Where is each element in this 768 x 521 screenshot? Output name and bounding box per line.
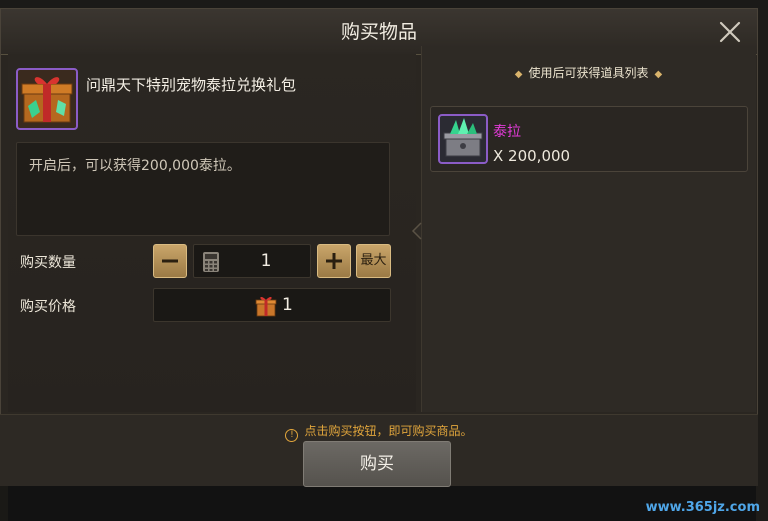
- crystal-chest-icon: [438, 114, 488, 164]
- gift-box-icon: [255, 296, 277, 317]
- minus-icon: [162, 259, 178, 263]
- diamond-icon: ◆: [654, 69, 663, 80]
- purchase-hint: ! 点击购买按钮，即可购买商品。: [0, 422, 758, 442]
- purchase-hint-text: 点击购买按钮，即可购买商品。: [304, 424, 473, 438]
- reward-item-card[interactable]: 泰拉 X 200,000: [430, 106, 748, 172]
- exclamation-icon: !: [285, 429, 299, 442]
- reward-item-name: 泰拉: [493, 124, 521, 140]
- calculator-icon[interactable]: [202, 251, 220, 273]
- price-value: 1: [282, 295, 293, 315]
- increase-quantity-button[interactable]: [317, 244, 351, 278]
- quantity-input[interactable]: 1: [193, 244, 311, 278]
- reward-list-header: ◆ 使用后可获得道具列表 ◆: [421, 64, 756, 81]
- item-name: 问鼎天下特别宠物泰拉兑换礼包: [86, 76, 297, 94]
- reward-item-quantity: X 200,000: [493, 147, 571, 165]
- close-button[interactable]: [715, 17, 745, 47]
- watermark: www.365jz.com: [645, 500, 760, 515]
- buy-button[interactable]: 购买: [303, 441, 451, 487]
- diamond-icon: ◆: [514, 69, 523, 80]
- panel-pointer-icon: [411, 222, 422, 240]
- price-display: 1: [153, 288, 391, 322]
- decrease-quantity-button[interactable]: [153, 244, 187, 278]
- reward-list-title: 使用后可获得道具列表: [528, 66, 649, 80]
- item-description-box: 开启后，可以获得200,000泰拉。: [16, 142, 390, 236]
- item-description: 开启后，可以获得200,000泰拉。: [29, 158, 241, 174]
- reward-list-panel: [421, 46, 756, 412]
- quantity-label: 购买数量: [20, 255, 76, 271]
- max-quantity-button[interactable]: 最大: [356, 244, 391, 278]
- quantity-value: 1: [260, 251, 272, 271]
- close-x-icon: [719, 21, 741, 43]
- price-label: 购买价格: [20, 299, 76, 315]
- gift-box-icon: [16, 68, 78, 130]
- plus-icon: [326, 253, 342, 269]
